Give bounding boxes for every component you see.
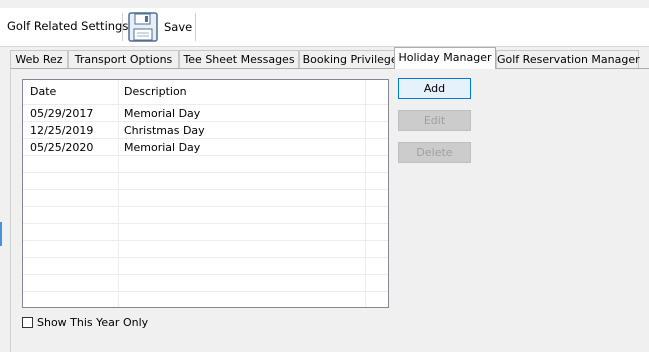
cell-description[interactable]: Memorial Day [124,141,200,154]
show-this-year-only-checkbox[interactable]: Show This Year Only [22,316,148,329]
row-divider [23,223,388,224]
row-divider [23,274,388,275]
row-divider [23,206,388,207]
column-header-description[interactable]: Description [124,85,187,98]
row-divider [23,291,388,292]
cell-description[interactable]: Memorial Day [124,107,200,120]
tab-booking-privileges[interactable]: Booking Privileges [299,50,407,68]
tab-holiday-manager[interactable]: Holiday Manager [394,47,496,69]
row-divider [23,155,388,156]
delete-button[interactable]: Delete [398,142,471,163]
column-divider [365,80,366,307]
left-edge-marker [0,222,2,246]
tab-tee-sheet-messages[interactable]: Tee Sheet Messages [179,50,299,68]
floppy-disk-icon [128,11,158,42]
row-divider [23,189,388,190]
grid-header: Date Description [23,80,388,102]
toolbar-separator [122,13,123,41]
column-header-date[interactable]: Date [30,85,56,98]
tab-golf-reservation-manager[interactable]: Golf Reservation Manager [496,50,640,68]
checkbox-box[interactable] [22,317,33,328]
column-divider [118,80,119,307]
tab-transport-options[interactable]: Transport Options [68,50,179,68]
holiday-grid[interactable]: Date Description 05/29/2017 Memorial Day… [22,79,389,308]
edit-button[interactable]: Edit [398,110,471,131]
toolbar-title: Golf Related Settings [7,19,129,33]
save-button[interactable]: Save [127,10,193,43]
window-top-strip [0,0,649,8]
row-divider [23,240,388,241]
row-divider [23,121,388,122]
show-this-year-only-label: Show This Year Only [37,316,149,329]
row-divider [23,172,388,173]
cell-date[interactable]: 12/25/2019 [30,124,93,137]
row-divider [23,104,388,105]
row-divider [23,138,388,139]
cell-date[interactable]: 05/29/2017 [30,107,93,120]
save-label: Save [164,19,193,34]
add-button[interactable]: Add [398,78,471,99]
tab-web-rez[interactable]: Web Rez [10,50,68,68]
cell-date[interactable]: 05/25/2020 [30,141,93,154]
row-divider [23,257,388,258]
cell-description[interactable]: Christmas Day [124,124,205,137]
toolbar: Golf Related Settings Save [0,8,649,47]
toolbar-separator [195,13,196,41]
